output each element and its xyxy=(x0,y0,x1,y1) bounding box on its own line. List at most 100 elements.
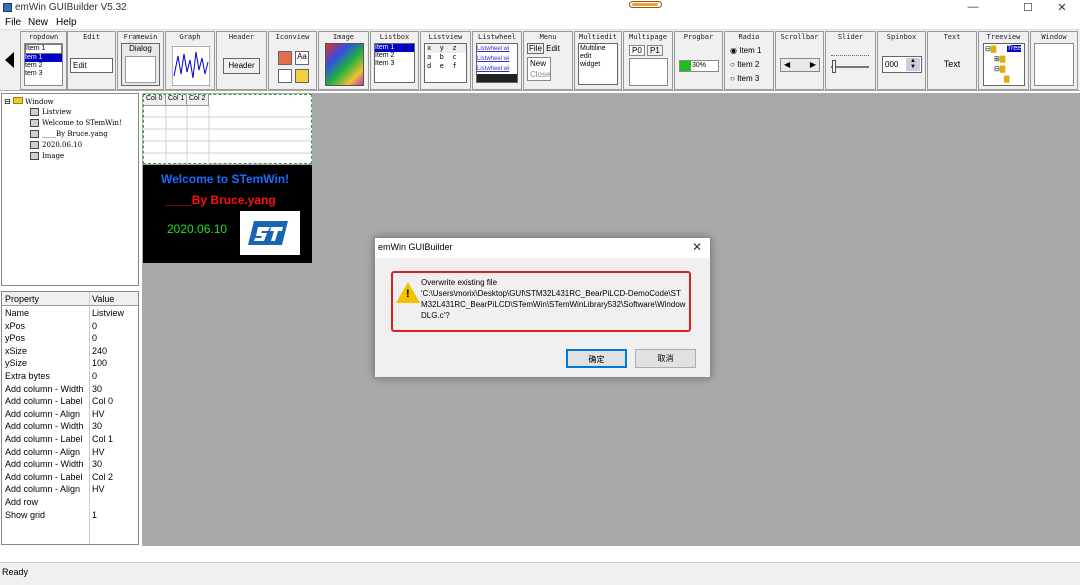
listview-column-header[interactable]: Col 0 xyxy=(144,95,166,106)
listview-cell: f xyxy=(452,62,457,70)
tool-treeview[interactable]: Treeview ⊟▇ Tree ⊞▇ ⊟▇ ▇ xyxy=(978,31,1029,90)
property-value[interactable]: Col 0 xyxy=(92,396,113,406)
tool-iconview[interactable]: Iconview Aa xyxy=(268,31,317,90)
tool-radio[interactable]: Radio ◉ Item 1 ○ Item 2 ○ Item 3 xyxy=(724,31,774,90)
tool-label: Treeview xyxy=(986,33,1021,41)
property-row[interactable]: ySize 100 xyxy=(2,357,138,370)
listview-column-header[interactable]: Col 2 xyxy=(187,95,209,106)
tool-label: Image xyxy=(332,33,355,41)
tree-root[interactable]: ⊟ Window xyxy=(4,97,54,106)
tool-multiedit[interactable]: Multiedit Multiline edit widget xyxy=(574,31,622,90)
menu-new[interactable]: New xyxy=(28,17,48,28)
property-value[interactable]: 30 xyxy=(92,384,102,394)
property-row[interactable]: xSize 240 xyxy=(2,345,138,358)
tool-menu[interactable]: Menu File Edit New Close xyxy=(523,31,573,90)
dialog-title: emWin GUIBuilder xyxy=(378,242,453,252)
tool-listbox[interactable]: Listbox Item 1 Item 2 Item 3 xyxy=(370,31,419,90)
property-value[interactable]: HV xyxy=(92,447,105,457)
tree-item[interactable]: Image xyxy=(30,152,64,160)
property-value[interactable]: 30 xyxy=(92,421,102,431)
ok-button[interactable]: 确定 xyxy=(566,349,627,368)
tree-item[interactable]: ____By Bruce.yang xyxy=(30,130,108,138)
tool-graph[interactable]: Graph xyxy=(165,31,215,90)
tool-scrollbar[interactable]: Scrollbar ◀ ▶ xyxy=(775,31,824,90)
list-item: Listwheel wi xyxy=(477,44,517,54)
minimize-button[interactable]: — xyxy=(958,1,988,13)
property-row[interactable]: Show grid 1 xyxy=(2,509,138,522)
property-row[interactable]: xPos 0 xyxy=(2,320,138,333)
tool-listwheel[interactable]: Listwheel Listwheel wi Listwheel wi List… xyxy=(472,31,522,90)
property-row[interactable]: Add column - Width 30 xyxy=(2,420,138,433)
property-row[interactable]: Extra bytes 0 xyxy=(2,370,138,383)
tool-listview[interactable]: Listview x y z a b c d e f xyxy=(420,31,471,90)
property-row[interactable]: Add column - Label Col 2 xyxy=(2,471,138,484)
property-key: Add column - Width xyxy=(5,421,84,432)
cancel-button[interactable]: 取消 xyxy=(635,349,696,368)
property-row[interactable]: Add row xyxy=(2,496,138,509)
tool-header[interactable]: Header Header xyxy=(216,31,267,90)
date-text[interactable]: 2020.06.10 xyxy=(167,222,227,236)
tool-dropdown[interactable]: ropdown Item 1 tem 1 tem 2 tem 3 xyxy=(20,31,67,90)
scroll-left-icon[interactable] xyxy=(5,52,14,68)
listview-cell: x xyxy=(427,44,432,52)
tool-label: Header xyxy=(228,33,255,41)
tool-progbar[interactable]: Progbar 30% xyxy=(674,31,723,90)
tree-item[interactable]: Listview xyxy=(30,108,72,116)
welcome-text[interactable]: Welcome to STemWin! xyxy=(161,172,289,186)
property-value[interactable]: 100 xyxy=(92,358,107,368)
tool-slider[interactable]: Slider xyxy=(825,31,876,90)
tool-window[interactable]: Window xyxy=(1030,31,1078,90)
property-value[interactable]: 1 xyxy=(92,510,97,520)
listview-column-header[interactable]: Col 1 xyxy=(166,95,187,106)
palette-icon xyxy=(278,51,292,65)
preview-window[interactable]: Welcome to STemWin! ____By Bruce.yang 20… xyxy=(143,165,312,263)
close-button[interactable]: ✕ xyxy=(1047,1,1077,14)
tool-multipage[interactable]: Multipage P0 P1 xyxy=(623,31,673,90)
tool-text[interactable]: Text Text xyxy=(927,31,977,90)
tree-item[interactable]: Welcome to STemWin! xyxy=(30,119,122,127)
framewin-preview: Dialog xyxy=(121,43,160,86)
property-value[interactable]: 0 xyxy=(92,333,97,343)
property-value[interactable]: HV xyxy=(92,484,105,494)
property-row[interactable]: Add column - Align HV xyxy=(2,408,138,421)
property-row[interactable]: Name Listview xyxy=(2,307,138,320)
property-row[interactable]: Add column - Align HV xyxy=(2,483,138,496)
property-row[interactable]: Add column - Width 30 xyxy=(2,383,138,396)
tree-item-label: Welcome to STemWin! xyxy=(42,119,122,127)
property-value[interactable]: 0 xyxy=(92,321,97,331)
property-row[interactable]: Add column - Align HV xyxy=(2,446,138,459)
menu-file[interactable]: File xyxy=(5,17,21,28)
collapse-icon[interactable]: ⊟ xyxy=(4,97,11,106)
spin-arrows-icon: ▲ ▼ xyxy=(906,58,920,71)
dialog-close-button[interactable]: ✕ xyxy=(692,240,702,254)
listview-widget[interactable]: Col 0 Col 1 Col 2 xyxy=(143,94,312,164)
property-row[interactable]: yPos 0 xyxy=(2,332,138,345)
property-row[interactable]: Add column - Label Col 1 xyxy=(2,433,138,446)
menu-preview-close: Close xyxy=(530,70,551,79)
tree-item[interactable]: 2020.06.10 xyxy=(30,141,82,149)
property-value[interactable]: Listview xyxy=(92,308,124,318)
tool-label: Multipage xyxy=(629,33,667,41)
tool-edit[interactable]: Edit Edit xyxy=(67,31,116,90)
property-value[interactable]: Col 1 xyxy=(92,434,113,444)
property-value[interactable]: 240 xyxy=(92,346,107,356)
property-value[interactable]: 30 xyxy=(92,459,102,469)
folder-icon: ⊟▇ xyxy=(994,66,1006,73)
menu-help[interactable]: Help xyxy=(56,17,77,28)
author-text[interactable]: ____By Bruce.yang xyxy=(165,193,276,207)
property-key: Add column - Align xyxy=(5,446,81,457)
property-value[interactable]: 0 xyxy=(92,371,97,381)
tool-image[interactable]: Image xyxy=(318,31,369,90)
tool-framewin[interactable]: Framewin Dialog xyxy=(117,31,164,90)
property-row[interactable]: Add column - Width 30 xyxy=(2,458,138,471)
property-column-header: Property xyxy=(5,294,40,304)
tool-spinbox[interactable]: Spinbox 000 ▲ ▼ xyxy=(877,31,926,90)
maximize-button[interactable]: ☐ xyxy=(1013,1,1043,14)
tab-p1: P1 xyxy=(647,45,663,56)
property-value[interactable]: HV xyxy=(92,409,105,419)
framewin-title: Dialog xyxy=(129,44,152,53)
st-logo-image[interactable] xyxy=(240,211,300,255)
property-row[interactable]: Add column - Label Col 0 xyxy=(2,395,138,408)
property-value[interactable]: Col 2 xyxy=(92,472,113,482)
tool-label: Multiedit xyxy=(579,33,617,41)
